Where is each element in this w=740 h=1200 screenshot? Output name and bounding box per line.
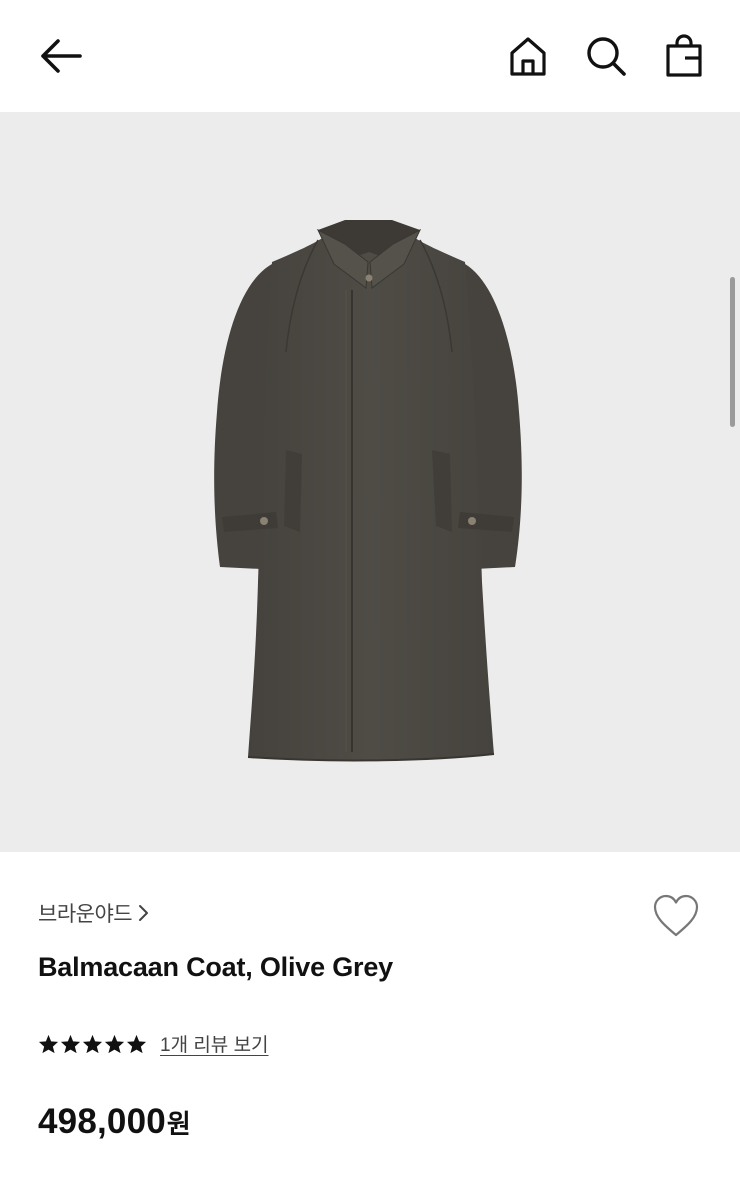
home-icon (510, 37, 546, 76)
chevron-right-icon (139, 905, 149, 921)
arrow-left-icon (41, 39, 82, 73)
home-button[interactable] (502, 32, 554, 80)
star-icon (60, 1034, 81, 1053)
cart-button[interactable] (658, 32, 710, 80)
price-currency: 원 (166, 1109, 191, 1139)
search-button[interactable] (580, 32, 632, 80)
star-icon (82, 1034, 103, 1053)
product-title: Balmacaan Coat, Olive Grey (38, 952, 393, 982)
price-amount: 498,000 (38, 1102, 166, 1141)
brand-link[interactable]: 브라운야드 (38, 898, 150, 928)
star-icon (126, 1034, 147, 1053)
product-info: 브라운야드 Balmacaan Coat, Olive Grey 1개 리뷰 보… (0, 852, 740, 1200)
rating-row: 1개 리뷰 보기 (38, 1030, 269, 1057)
back-button[interactable] (34, 33, 86, 79)
brand-name: 브라운야드 (38, 903, 133, 926)
coat-photo (214, 220, 522, 762)
heart-outline-icon (653, 894, 699, 937)
wishlist-button[interactable] (648, 890, 704, 942)
image-scrollbar[interactable] (730, 277, 735, 427)
star-rating (38, 1034, 147, 1054)
star-icon (38, 1034, 59, 1053)
review-link[interactable]: 1개 리뷰 보기 (160, 1030, 269, 1057)
price: 498,000 원 (38, 1102, 191, 1142)
star-icon (104, 1034, 125, 1053)
top-navigation-bar (0, 0, 740, 112)
product-image[interactable] (0, 112, 740, 852)
shopping-bag-icon (666, 34, 702, 77)
search-icon (587, 37, 626, 76)
